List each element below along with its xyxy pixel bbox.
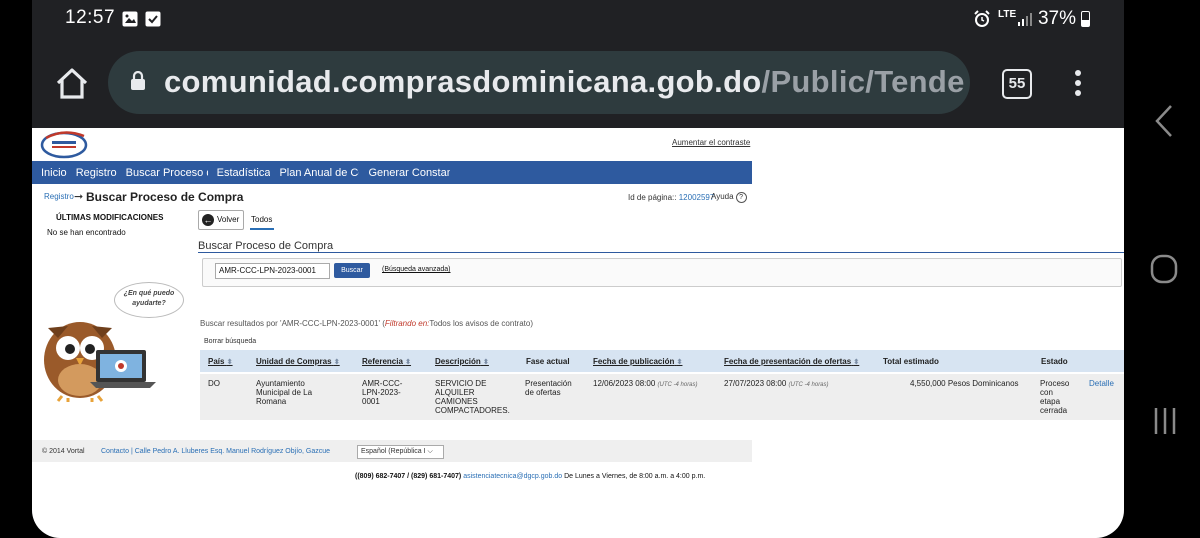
col-fecha-ofertas[interactable]: Fecha de presentación de ofertas ⬍ (724, 357, 859, 366)
back-nav-icon[interactable] (1154, 104, 1174, 138)
owl-mascot (44, 322, 156, 402)
support-email-link[interactable]: asistenciatecnica@dgcp.gob.do (463, 473, 562, 480)
table-row: DO Ayuntamiento Municipal de La Romana AMR… (200, 374, 1124, 420)
site-logo[interactable] (40, 130, 88, 160)
battery-percent: 37% (1037, 8, 1076, 29)
system-nav-bar (1124, 0, 1200, 538)
sidebar-title: ÚLTIMAS MODIFICACIONES (56, 213, 164, 222)
web-page: Aumentar el contraste Inicio Registro Bu… (32, 128, 1124, 538)
footer-contact-link[interactable]: Contacto | Calle Pedro A. Lluberes Esq. … (101, 448, 330, 455)
nav-item-buscar[interactable]: Buscar Proceso de (126, 167, 208, 179)
col-pais[interactable]: País ⬍ (208, 357, 233, 366)
phone-screen: 12:57 LTE 37% comunidad.comprasdominican… (32, 0, 1124, 538)
more-vert-icon[interactable] (1075, 70, 1081, 98)
alarm-icon (974, 10, 990, 27)
sort-icon: ⬍ (405, 359, 412, 366)
table-header: País ⬍ Unidad de Compras ⬍ Referencia ⬍ … (200, 350, 1124, 372)
nav-item-registro[interactable]: Registro (76, 167, 117, 179)
tab-active-indicator (250, 228, 274, 230)
nav-item-plan-anual[interactable]: Plan Anual de Com (279, 167, 359, 179)
help-link[interactable]: Ayuda? (711, 192, 747, 203)
col-total: Total estimado (883, 357, 939, 366)
home-nav-icon[interactable] (1150, 254, 1178, 284)
help-icon: ? (735, 192, 747, 203)
contact-info: ((809) 682-7407 / (829) 681-7407) asiste… (355, 473, 706, 480)
cell-fase: Presentación de ofertas (525, 379, 572, 397)
col-unidad[interactable]: Unidad de Compras ⬍ (256, 357, 340, 366)
back-arrow-icon: ← (202, 214, 214, 226)
breadcrumb-arrow-icon: ➞ (74, 191, 84, 203)
nav-item-estadistica[interactable]: Estadística (217, 167, 271, 179)
chevron-down-icon: ⌵ (427, 448, 433, 455)
sidebar-empty-text: No se han encontrado (47, 228, 126, 237)
search-button[interactable]: Buscar (334, 263, 370, 278)
battery-icon (1081, 11, 1090, 27)
sort-icon: ⬍ (676, 359, 683, 366)
recent-apps-icon[interactable] (1152, 406, 1178, 436)
cell-fecha-publicacion: 12/06/2023 08:00 (UTC -4 horas) (593, 379, 698, 388)
cell-referencia: AMR-CCC- LPN-2023- 0001 (362, 379, 403, 406)
status-bar: 12:57 LTE 37% (32, 0, 1124, 40)
image-icon (122, 11, 138, 27)
url-bar[interactable]: comunidad.comprasdominicana.gob.do/Publi… (108, 51, 970, 114)
breadcrumb-root[interactable]: Registro (44, 192, 74, 201)
contrast-link[interactable]: Aumentar el contraste (672, 138, 750, 147)
col-fecha-publicacion[interactable]: Fecha de publicación ⬍ (593, 357, 682, 366)
nav-item-constancia[interactable]: Generar Constanci (368, 167, 450, 179)
tabs-icon[interactable]: 55 (1002, 69, 1032, 99)
results-summary: Buscar resultados por 'AMR-CCC-LPN-2023-… (200, 319, 533, 328)
detail-link[interactable]: Detalle (1089, 379, 1114, 388)
col-referencia[interactable]: Referencia ⬍ (362, 357, 411, 366)
page-id: Id de página:: 12002597 (628, 193, 715, 202)
clear-search-link[interactable]: Borrar búsqueda (204, 338, 256, 345)
col-estado: Estado (1041, 357, 1068, 366)
footer-copyright: © 2014 Vortal (42, 448, 85, 455)
sort-icon: ⬍ (483, 359, 489, 366)
cell-descripcion: SERVICIO DE ALQUILER CAMIONES COMPACTADORES… (435, 379, 510, 415)
search-input[interactable]: AMR-CCC-LPN-2023-0001 (215, 263, 330, 279)
page-title: Buscar Proceso de Compra (86, 190, 244, 204)
network-type: LTE (998, 9, 1017, 20)
main-nav: Inicio Registro Buscar Proceso de Estadí… (32, 161, 752, 184)
search-title: Buscar Proceso de Compra (198, 240, 334, 252)
sort-icon: ⬍ (226, 359, 233, 366)
check-square-icon (145, 11, 161, 27)
cell-pais: DO (208, 379, 220, 388)
home-icon[interactable] (54, 66, 90, 102)
language-select[interactable]: Español (República I ⌵ (357, 445, 444, 459)
status-time: 12:57 (65, 7, 116, 28)
cell-fecha-ofertas: 27/07/2023 08:00 (UTC -4 horas) (724, 379, 829, 388)
tab-todos[interactable]: Todos (251, 215, 272, 224)
cell-total: 4,550,000 Pesos Dominicanos (910, 379, 1019, 388)
col-descripcion[interactable]: Descripción ⬍ (435, 357, 489, 366)
tab-count: 55 (1008, 75, 1026, 92)
advanced-search-link[interactable]: (Búsqueda avanzada) (382, 266, 451, 273)
cell-estado: Proceso con etapa cerrada (1040, 379, 1070, 415)
nav-item-inicio[interactable]: Inicio (41, 167, 67, 179)
signal-icon (1018, 13, 1032, 26)
sort-icon: ⬍ (333, 359, 340, 366)
lock-icon (131, 71, 145, 90)
divider (198, 252, 1124, 253)
cell-unidad: Ayuntamiento Municipal de La Romana (256, 379, 313, 406)
sort-icon: ⬍ (853, 359, 860, 366)
url-text: comunidad.comprasdominicana.gob.do/Publi… (164, 64, 965, 99)
col-fase: Fase actual (526, 357, 570, 366)
back-button[interactable]: ← Volver (198, 210, 244, 230)
